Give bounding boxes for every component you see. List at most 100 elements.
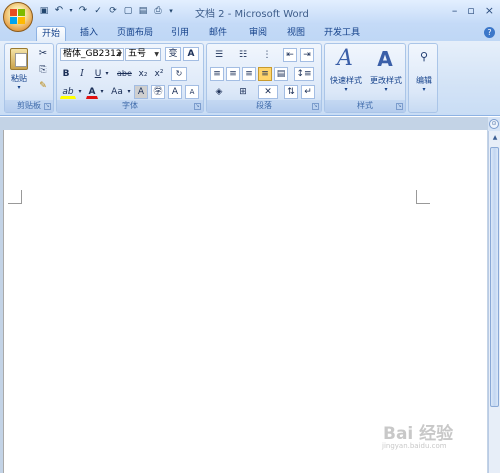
line-spacing-icon[interactable]: ↕≡ — [294, 67, 314, 81]
save-icon[interactable]: ▣ — [38, 5, 50, 17]
restore-icon[interactable]: ▫ — [467, 4, 474, 17]
styles-dialog-launcher-icon[interactable]: ↘ — [396, 103, 403, 110]
spelling-icon[interactable]: ✓ — [92, 5, 104, 17]
view-ruler-icon[interactable]: ⊙ — [489, 119, 499, 129]
paste-button-label[interactable]: 粘贴 — [7, 73, 31, 84]
font-color-dropdown-icon[interactable]: ▾ — [99, 85, 105, 99]
highlight-dropdown-icon[interactable]: ▾ — [77, 85, 83, 99]
font-color-button[interactable]: A — [86, 85, 98, 99]
minimize-icon[interactable]: – — [452, 4, 458, 17]
multilevel-list-icon[interactable]: ⋮ — [258, 48, 276, 62]
case-dropdown-icon[interactable]: ▾ — [126, 85, 132, 99]
subscript-button[interactable]: x₂ — [136, 67, 150, 81]
quick-styles-label[interactable]: 快速样式 — [326, 75, 366, 86]
print-preview-icon[interactable]: ▢ — [122, 5, 134, 17]
sort-icon[interactable]: ⇅ — [284, 85, 298, 99]
cut-icon[interactable]: ✂ — [36, 47, 50, 61]
tab-mailings[interactable]: 邮件 — [204, 26, 232, 41]
align-center-icon[interactable]: ≡ — [226, 67, 240, 81]
phonetic-guide-button[interactable]: 变 — [165, 47, 181, 61]
tab-view[interactable]: 视图 — [282, 26, 310, 41]
change-styles-dropdown-icon[interactable]: ▾ — [366, 86, 406, 93]
paragraph-group-label: 段落 — [207, 100, 321, 112]
chevron-down-icon: ▼ — [117, 51, 122, 58]
superscript-button[interactable]: x² — [152, 67, 166, 81]
clear-format-button[interactable]: A — [183, 47, 199, 61]
tab-developer[interactable]: 开发工具 — [318, 26, 366, 41]
clipboard-group: 粘贴 ▾ ✂ ⎘ ✎ 剪贴板 ↘ — [4, 43, 54, 113]
quick-styles-dropdown-icon[interactable]: ▾ — [326, 86, 366, 93]
underline-dropdown-icon[interactable]: ▾ — [104, 67, 110, 81]
paste-dropdown-icon[interactable]: ▾ — [7, 84, 31, 91]
show-marks-icon[interactable]: ↵ — [301, 85, 315, 99]
close-icon[interactable]: × — [485, 4, 494, 17]
scrollbar-thumb[interactable] — [490, 147, 499, 407]
align-right-icon[interactable]: ≡ — [242, 67, 256, 81]
case-button[interactable]: Aa — [108, 85, 126, 99]
vertical-scrollbar[interactable]: ▲ — [488, 131, 500, 473]
tab-references[interactable]: 引用 — [166, 26, 194, 41]
decrease-indent-icon[interactable]: ⇤ — [283, 48, 297, 62]
help-icon[interactable]: ? — [484, 27, 495, 38]
increase-indent-icon[interactable]: ⇥ — [300, 48, 314, 62]
tab-review[interactable]: 审阅 — [244, 26, 272, 41]
bullets-icon[interactable]: ☰ — [210, 48, 228, 62]
office-logo-icon — [10, 9, 26, 25]
quick-print-icon[interactable]: ⎙ — [152, 5, 164, 17]
font-group: 楷体_GB2312 ▼ 五号 ▼ 变 A B I U ▾ abe x₂ x² ↻… — [56, 43, 204, 113]
font-name-value: 楷体_GB2312 — [63, 49, 122, 59]
change-styles-icon[interactable]: A — [373, 47, 397, 71]
quick-styles-icon[interactable]: A — [333, 47, 357, 71]
undo-dropdown-icon[interactable]: ▾ — [68, 5, 74, 17]
italic-button[interactable]: I — [76, 67, 88, 81]
editing-dropdown-icon[interactable]: ▾ — [410, 86, 438, 93]
title-bar: ▣ ↶ ▾ ↷ ✓ ⟳ ▢ ▤ ⎙ ▾ 文档 2 - Microsoft Wor… — [0, 0, 500, 32]
change-case-button[interactable]: ↻ — [171, 67, 187, 81]
borders-icon[interactable]: ⊞ — [234, 85, 252, 99]
format-painter-icon[interactable]: ✎ — [36, 79, 50, 93]
editing-label[interactable]: 编辑 — [410, 75, 438, 86]
tab-page-layout[interactable]: 页面布局 — [112, 26, 158, 41]
redo-icon[interactable]: ↷ — [77, 5, 89, 17]
font-group-label: 字体 — [57, 100, 203, 112]
quick-access-toolbar: ▣ ↶ ▾ ↷ ✓ ⟳ ▢ ▤ ⎙ ▾ — [38, 5, 175, 17]
ribbon-tabs: 开始 插入 页面布局 引用 邮件 审阅 视图 开发工具 ? — [0, 24, 500, 41]
character-shading-button[interactable]: A — [134, 85, 148, 99]
change-styles-label[interactable]: 更改样式 — [366, 75, 406, 86]
styles-group-label: 样式 — [325, 100, 405, 112]
chinese-layout-icon[interactable]: ✕ — [258, 85, 278, 99]
undo-icon[interactable]: ↶ — [53, 5, 65, 17]
copy-icon[interactable]: ⎘ — [36, 63, 50, 77]
paragraph-group: ☰ ☷ ⋮ ⇤ ⇥ ≡ ≡ ≡ ≡ ▤ ↕≡ ◈ ⊞ ✕ ⇅ ↵ 段落 ↘ — [206, 43, 322, 113]
watermark: Bai 经验 — [383, 424, 454, 444]
clipboard-dialog-launcher-icon[interactable]: ↘ — [44, 103, 51, 110]
justify-icon[interactable]: ≡ — [258, 67, 272, 81]
paragraph-dialog-launcher-icon[interactable]: ↘ — [312, 103, 319, 110]
find-binoculars-icon[interactable]: ⚲ — [416, 50, 432, 64]
tab-home[interactable]: 开始 — [36, 26, 66, 41]
scroll-up-icon[interactable]: ▲ — [490, 133, 500, 143]
format-painter-icon[interactable]: ⟳ — [107, 5, 119, 17]
shrink-font-button[interactable]: A — [185, 85, 199, 99]
shading-icon[interactable]: ◈ — [210, 85, 228, 99]
crop-mark-left — [8, 190, 22, 204]
ribbon: 粘贴 ▾ ✂ ⎘ ✎ 剪贴板 ↘ 楷体_GB2312 ▼ 五号 ▼ 变 A B … — [0, 41, 500, 116]
font-dialog-launcher-icon[interactable]: ↘ — [194, 103, 201, 110]
numbering-icon[interactable]: ☷ — [234, 48, 252, 62]
paste-icon[interactable] — [10, 48, 28, 70]
strikethrough-button[interactable]: abe — [116, 67, 132, 81]
editing-group: ⚲ 编辑 ▾ — [408, 43, 438, 113]
enclose-characters-button[interactable]: ㊫ — [151, 85, 165, 99]
office-button[interactable] — [3, 2, 33, 32]
distributed-icon[interactable]: ▤ — [274, 67, 288, 81]
align-left-icon[interactable]: ≡ — [210, 67, 224, 81]
customize-qat-icon[interactable]: ▾ — [167, 5, 175, 17]
tab-insert[interactable]: 插入 — [74, 26, 104, 41]
highlight-button[interactable]: ab — [60, 85, 76, 99]
font-size-combo[interactable]: 五号 ▼ — [125, 48, 161, 61]
underline-button[interactable]: U — [92, 67, 104, 81]
open-icon[interactable]: ▤ — [137, 5, 149, 17]
font-name-combo[interactable]: 楷体_GB2312 ▼ — [60, 48, 124, 61]
bold-button[interactable]: B — [60, 67, 72, 81]
grow-font-button[interactable]: A — [168, 85, 182, 99]
